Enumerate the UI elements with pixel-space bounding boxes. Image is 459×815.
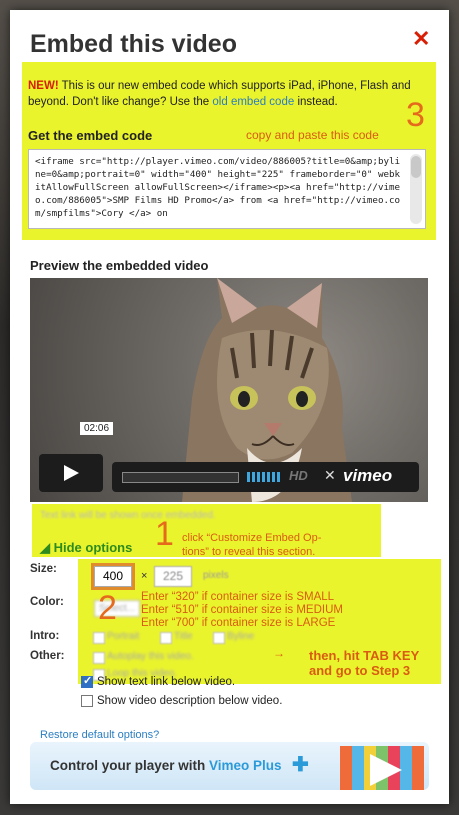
size-label: Size: (30, 563, 57, 575)
hide-options-label: Hide options (53, 540, 133, 555)
play-button[interactable] (39, 454, 103, 492)
show-text-link-label: Show text link below video. (97, 676, 236, 688)
copy-annotation: copy and paste this code (246, 128, 379, 142)
player-graphic-icon (340, 746, 424, 790)
intro-label: Intro: (30, 630, 60, 642)
embed-intro: NEW! This is our new embed code which su… (28, 78, 428, 110)
step1-number: 1 (155, 515, 174, 553)
pixels-label: pixels (203, 570, 229, 581)
progress-bar[interactable] (122, 472, 239, 483)
step3-number: 3 (406, 96, 425, 134)
times-sign: × (141, 570, 148, 582)
portrait-label: Portrait (107, 631, 140, 642)
autoplay-label: Autoplay this video. (107, 651, 194, 662)
other-label: Other: (30, 650, 65, 662)
autoplay-checkbox[interactable] (93, 652, 105, 664)
tab-line2: and go to Step 3 (309, 663, 411, 678)
title-checkbox[interactable] (160, 632, 172, 644)
hd-button[interactable]: HD (289, 468, 308, 483)
code-scrollbar[interactable] (410, 154, 422, 224)
video-player[interactable]: HD ✕ vimeo (30, 278, 428, 502)
banner-text: Control your player with Vimeo Plus (50, 758, 282, 773)
step1-line2: tions” to reveal this section. (182, 546, 316, 558)
time-display: 02:06 (80, 422, 114, 435)
step1-line1: click “Customize Embed Op- (182, 532, 322, 544)
title-label: Title (174, 631, 193, 642)
arrow-icon: → (273, 646, 285, 660)
step2-annotation: Enter “320” if container size is SMALL E… (141, 591, 343, 630)
show-description-label: Show video description below video. (97, 695, 283, 707)
close-icon[interactable]: ✕ (412, 26, 430, 52)
embed-code-heading: Get the embed code (28, 128, 153, 143)
vimeo-logo[interactable]: vimeo (343, 466, 392, 486)
triangle-down-icon: ◢ (40, 540, 54, 555)
step2-line2: Enter “510” if container size is MEDIUM (141, 604, 343, 616)
byline-label: Byline (227, 631, 255, 642)
scrollbar-thumb[interactable] (411, 156, 421, 178)
plus-icon: ✚ (292, 754, 309, 776)
tab-line1: then, hit TAB KEY (309, 648, 420, 663)
old-embed-link[interactable]: old embed code (212, 96, 294, 108)
vimeo-plus-link[interactable]: Vimeo Plus (209, 758, 282, 773)
show-description-checkbox[interactable] (81, 695, 93, 707)
preview-heading: Preview the embedded video (30, 258, 209, 273)
vimeo-plus-banner[interactable]: Control your player with Vimeo Plus ✚ (30, 742, 429, 790)
portrait-checkbox[interactable] (93, 632, 105, 644)
fullscreen-icon[interactable]: ✕ (324, 467, 336, 484)
intro-end: instead. (294, 96, 338, 108)
modal-title: Embed this video (30, 30, 237, 58)
height-input[interactable]: 225 (154, 566, 192, 587)
text-link-note: Text link will be shown once embedded. (40, 510, 216, 521)
embed-code-textarea[interactable]: <iframe src="http://player.vimeo.com/vid… (28, 149, 426, 229)
hide-options-toggle[interactable]: ◢ Hide options (40, 540, 132, 556)
step2-number: 2 (98, 589, 117, 627)
embed-modal: Embed this video ✕ NEW! This is our new … (10, 10, 449, 804)
embed-code-text: <iframe src="http://player.vimeo.com/vid… (35, 156, 401, 219)
play-icon (64, 465, 79, 481)
banner-label: Control your player with (50, 758, 210, 773)
restore-defaults-link[interactable]: Restore default options? (40, 729, 159, 741)
step2-line3: Enter “700” if container size is LARGE (141, 617, 336, 629)
new-badge: NEW! (28, 80, 59, 92)
step2-line1: Enter “320” if container size is SMALL (141, 591, 335, 603)
width-input[interactable]: 400 (94, 566, 132, 587)
tab-annotation: then, hit TAB KEY and go to Step 3 (309, 648, 419, 678)
show-text-link-checkbox[interactable] (81, 674, 93, 688)
player-controls: HD ✕ vimeo (112, 462, 419, 492)
volume-icon[interactable] (247, 472, 281, 482)
byline-checkbox[interactable] (213, 632, 225, 644)
step1-annotation: click “Customize Embed Op- tions” to rev… (182, 531, 321, 559)
color-label: Color: (30, 596, 64, 608)
